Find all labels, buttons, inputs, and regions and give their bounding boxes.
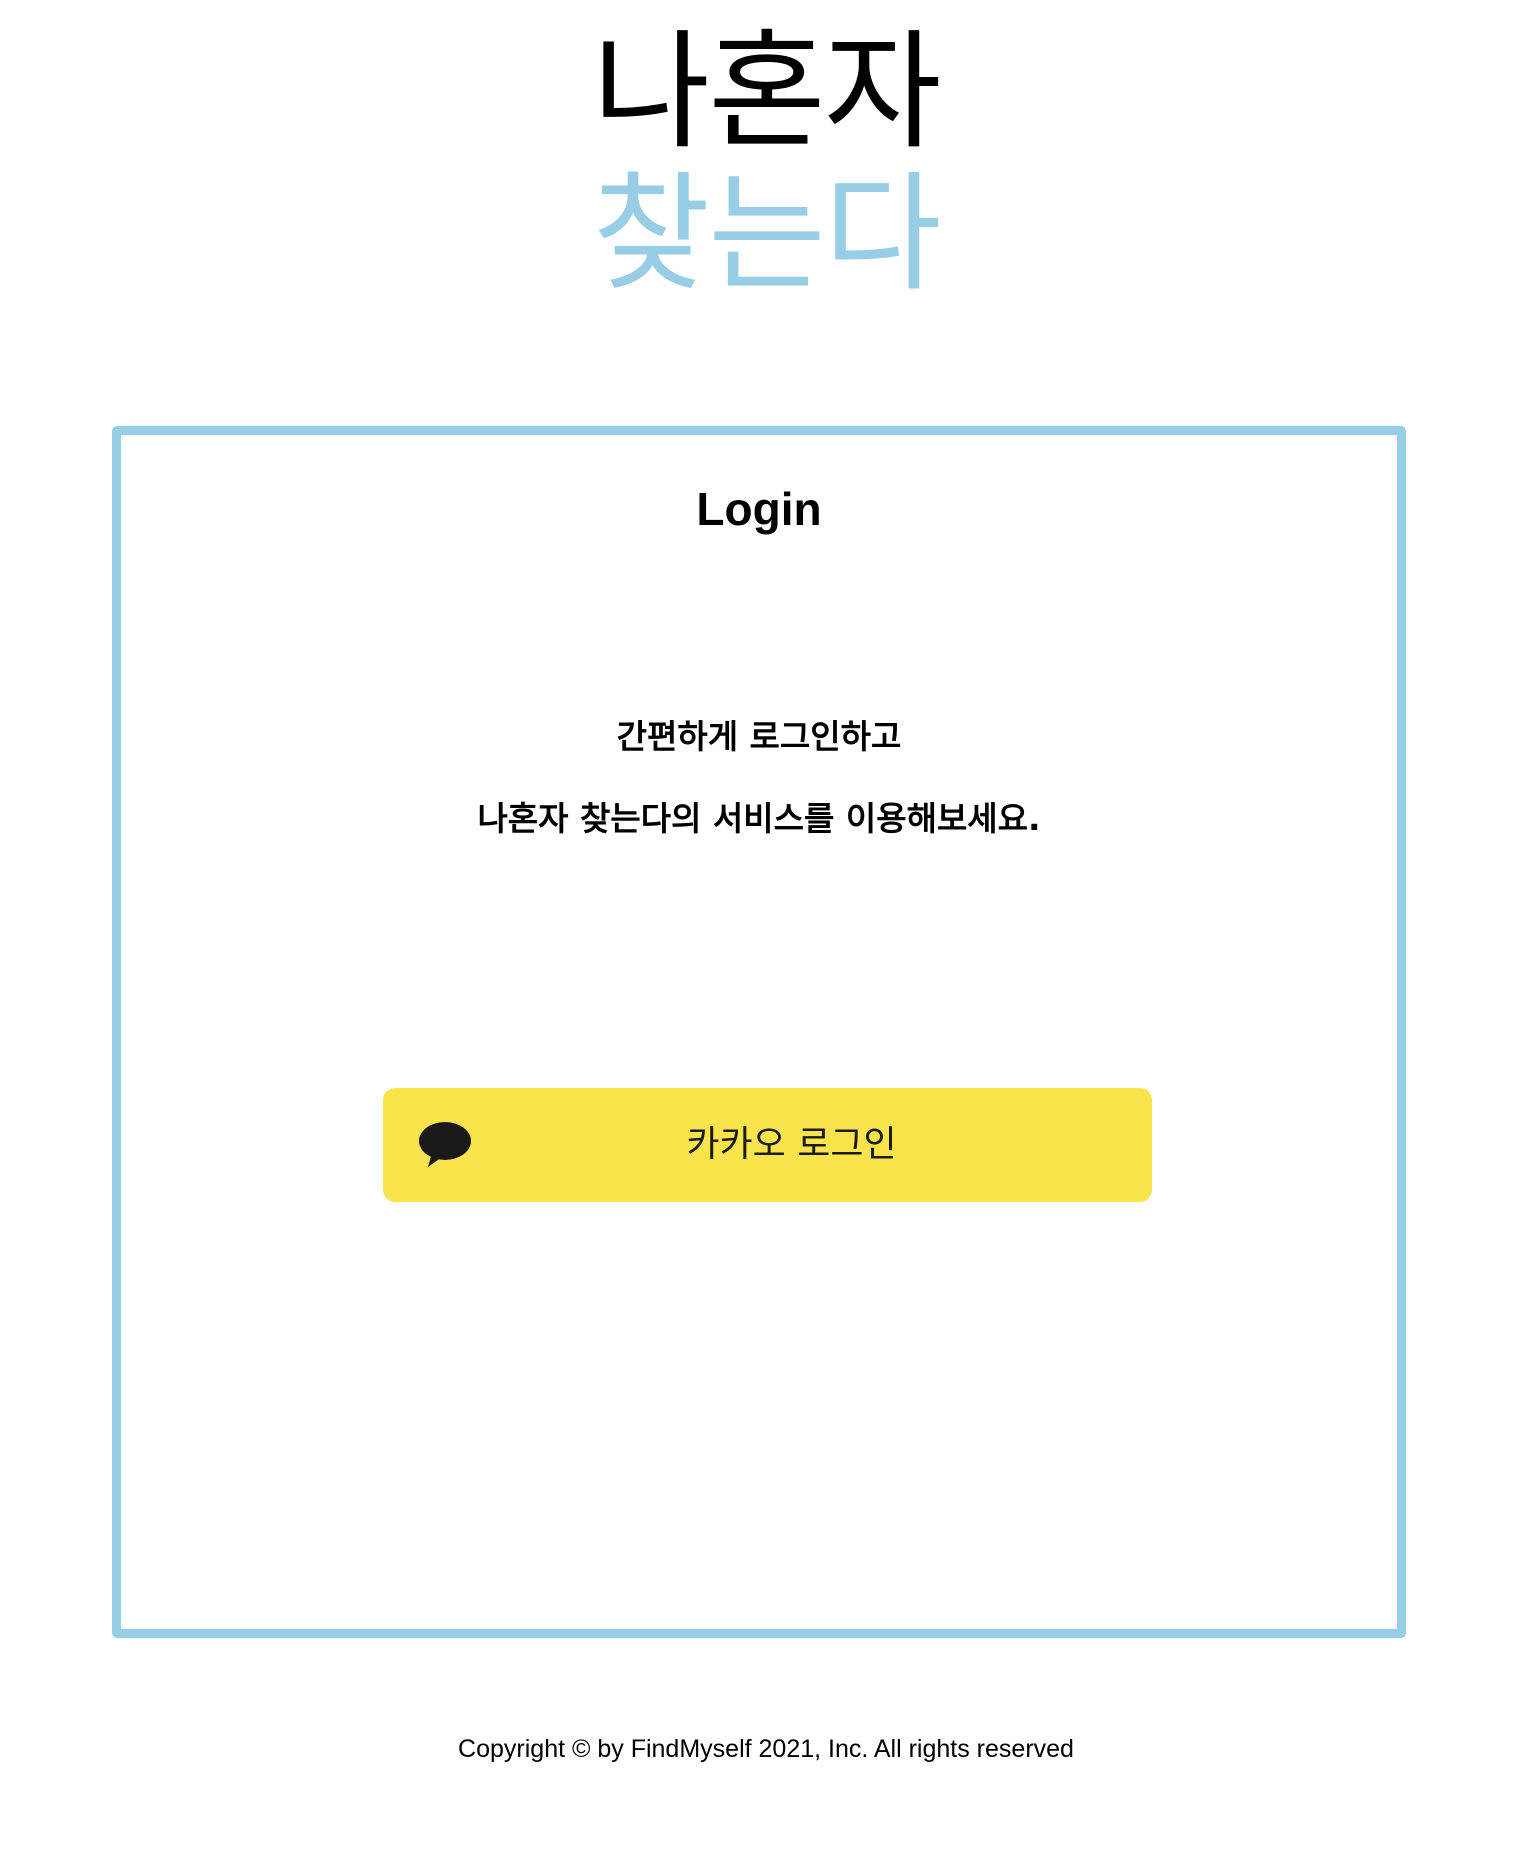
intro-line-1: 간편하게 로그인하고: [616, 717, 902, 756]
login-intro: 간편하게 로그인하고 나혼자 찾는다의 서비스를 이용해보세요.: [121, 717, 1397, 881]
login-card: Login 간편하게 로그인하고 나혼자 찾는다의 서비스를 이용해보세요. 카…: [112, 426, 1406, 1638]
kakao-login-label: 카카오 로그인: [686, 1124, 897, 1165]
kakao-login-button[interactable]: 카카오 로그인: [383, 1088, 1152, 1202]
logo-line-1: 나혼자: [592, 18, 941, 167]
logo-line-2: 찾는다: [592, 160, 941, 309]
login-title: Login: [696, 483, 822, 535]
site-logo: 나혼자 찾는다: [0, 22, 1532, 306]
intro-line-2: 나혼자 찾는다의 서비스를 이용해보세요.: [477, 799, 1041, 838]
footer-copyright: Copyright © by FindMyself 2021, Inc. All…: [458, 1735, 1074, 1763]
